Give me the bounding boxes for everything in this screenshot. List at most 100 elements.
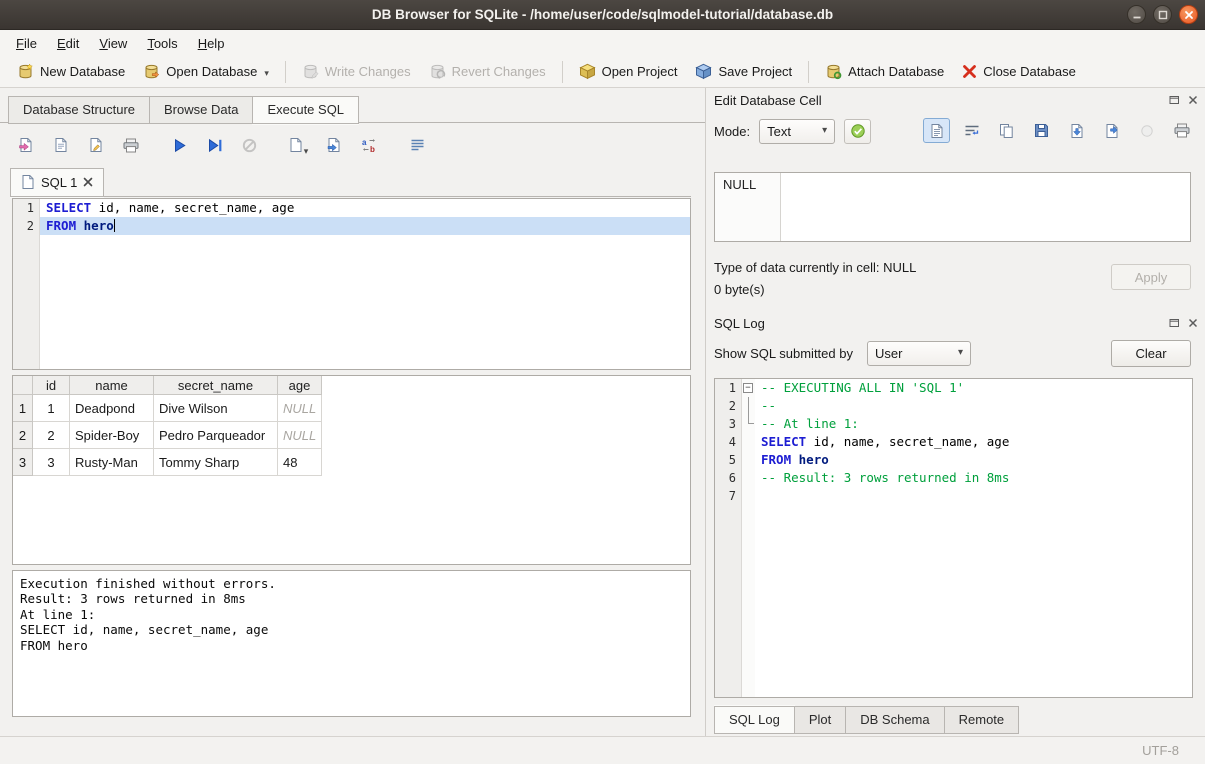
- execute-all-button[interactable]: [166, 132, 193, 158]
- tab-execute-sql[interactable]: Execute SQL: [252, 96, 359, 124]
- open-project-button[interactable]: Open Project: [570, 59, 687, 84]
- cell-id[interactable]: 2: [33, 422, 70, 449]
- new-tab-button[interactable]: ▾: [285, 132, 312, 158]
- log-filter-select[interactable]: User ▾: [867, 341, 971, 366]
- code-token: SELECT: [761, 434, 806, 449]
- code-token: -- EXECUTING ALL IN 'SQL 1': [761, 380, 964, 395]
- cell-secret-name[interactable]: Pedro Parqueador: [154, 422, 278, 449]
- close-tab-icon[interactable]: [83, 177, 93, 187]
- minimize-button[interactable]: [1127, 5, 1146, 24]
- tab-sql-1[interactable]: SQL 1: [10, 168, 104, 197]
- sql-editor[interactable]: 12 SELECT id, name, secret_name, ageFROM…: [12, 198, 691, 370]
- menu-file[interactable]: File: [6, 32, 47, 55]
- cell-age[interactable]: NULL: [278, 422, 322, 449]
- copy-cell-button[interactable]: [993, 118, 1020, 143]
- write-changes-button[interactable]: Write Changes: [293, 59, 420, 84]
- line-number: 2: [13, 217, 39, 235]
- row-number[interactable]: 2: [13, 422, 33, 449]
- code-line: SELECT id, name, secret_name, age: [40, 199, 690, 217]
- code-token: FROM: [761, 452, 791, 467]
- cell-name[interactable]: Rusty-Man: [70, 449, 154, 476]
- cell-age[interactable]: NULL: [278, 395, 322, 422]
- code-line: [755, 487, 1192, 505]
- close-button[interactable]: [1179, 5, 1198, 24]
- toolbar-separator: [562, 61, 563, 83]
- cell-secret-name[interactable]: Dive Wilson: [154, 395, 278, 422]
- save-cell-button[interactable]: [1028, 118, 1055, 143]
- row-number[interactable]: 1: [13, 395, 33, 422]
- save-project-button[interactable]: Save Project: [686, 59, 801, 84]
- menu-tools[interactable]: Tools: [137, 32, 187, 55]
- code-token: FROM: [46, 218, 76, 233]
- open-tab-button[interactable]: [320, 132, 347, 158]
- dock-tab-remote[interactable]: Remote: [944, 706, 1020, 734]
- fold-collapse-icon[interactable]: −: [743, 383, 753, 393]
- attach-database-button[interactable]: Attach Database: [816, 59, 953, 84]
- menu-edit[interactable]: Edit: [47, 32, 89, 55]
- message-line: Execution finished without errors.: [20, 576, 683, 591]
- svg-text:a: a: [362, 138, 367, 147]
- word-wrap-button[interactable]: [958, 118, 985, 143]
- print-cell-button[interactable]: [1168, 118, 1195, 143]
- toolbar-button-label: Open Project: [602, 64, 678, 79]
- print-sql-button[interactable]: [117, 132, 144, 158]
- new-database-icon: [17, 63, 34, 80]
- menu-help[interactable]: Help: [188, 32, 235, 55]
- format-button[interactable]: [404, 132, 431, 158]
- export-cell-button[interactable]: [1098, 118, 1125, 143]
- close-database-button[interactable]: Close Database: [953, 60, 1085, 83]
- cell-editor[interactable]: NULL: [714, 172, 1191, 242]
- maximize-button[interactable]: [1153, 5, 1172, 24]
- cell-name[interactable]: Deadpond: [70, 395, 154, 422]
- close-database-icon: [962, 64, 977, 79]
- column-header-id[interactable]: id: [33, 376, 70, 395]
- cell-age[interactable]: 48: [278, 449, 322, 476]
- auto-switch-mode-button[interactable]: [844, 119, 871, 144]
- code-token: -- At line 1:: [761, 416, 859, 431]
- open-sql-file-button[interactable]: [12, 132, 39, 158]
- revert-changes-icon: [429, 63, 446, 80]
- execute-line-button[interactable]: [201, 132, 228, 158]
- close-panel-icon[interactable]: [1186, 93, 1199, 106]
- import-cell-button[interactable]: [1063, 118, 1090, 143]
- execute-line-icon: [207, 138, 223, 153]
- column-header-secret-name[interactable]: secret_name: [154, 376, 278, 395]
- menu-view[interactable]: View: [89, 32, 137, 55]
- editor-gutter: 12: [13, 199, 40, 369]
- message-area[interactable]: Execution finished without errors.Result…: [12, 570, 691, 717]
- float-icon[interactable]: [1168, 316, 1181, 329]
- float-icon[interactable]: [1168, 93, 1181, 106]
- row-number[interactable]: 3: [13, 449, 33, 476]
- column-header-age[interactable]: age: [278, 376, 322, 395]
- save-sql-file-button[interactable]: [47, 132, 74, 158]
- title-bar[interactable]: DB Browser for SQLite - /home/user/code/…: [0, 0, 1205, 30]
- set-null-button[interactable]: [1133, 118, 1160, 143]
- revert-changes-button[interactable]: Revert Changes: [420, 59, 555, 84]
- results-table: idnamesecret_nameage11DeadpondDive Wilso…: [12, 375, 691, 565]
- text-view-button[interactable]: [923, 118, 950, 143]
- dock-tab-plot[interactable]: Plot: [794, 706, 846, 734]
- find-replace-button[interactable]: ab: [355, 132, 382, 158]
- tab-browse-data[interactable]: Browse Data: [149, 96, 253, 124]
- save-sql-as-button[interactable]: [82, 132, 109, 158]
- dock-tab-db-schema[interactable]: DB Schema: [845, 706, 944, 734]
- dock-tab-sql-log[interactable]: SQL Log: [714, 706, 795, 734]
- fold-margin: [742, 397, 755, 415]
- cell-id[interactable]: 3: [33, 449, 70, 476]
- open-database-button[interactable]: Open Database▾: [134, 59, 278, 84]
- set-null-icon: [1140, 124, 1154, 138]
- cell-secret-name[interactable]: Tommy Sharp: [154, 449, 278, 476]
- stop-button[interactable]: [236, 132, 263, 158]
- toolbar-button-label: Write Changes: [325, 64, 411, 79]
- column-header-name[interactable]: name: [70, 376, 154, 395]
- sql-log-view[interactable]: 1234567 − -- EXECUTING ALL IN 'SQL 1'---…: [714, 378, 1193, 698]
- cell-name[interactable]: Spider-Boy: [70, 422, 154, 449]
- tab-database-structure[interactable]: Database Structure: [8, 96, 150, 124]
- new-database-button[interactable]: New Database: [8, 59, 134, 84]
- apply-button[interactable]: Apply: [1111, 264, 1191, 290]
- cell-id[interactable]: 1: [33, 395, 70, 422]
- clear-button[interactable]: Clear: [1111, 340, 1191, 367]
- edit-cell-title: Edit Database Cell: [714, 93, 822, 108]
- close-panel-icon[interactable]: [1186, 316, 1199, 329]
- mode-select[interactable]: Text ▾: [759, 119, 835, 144]
